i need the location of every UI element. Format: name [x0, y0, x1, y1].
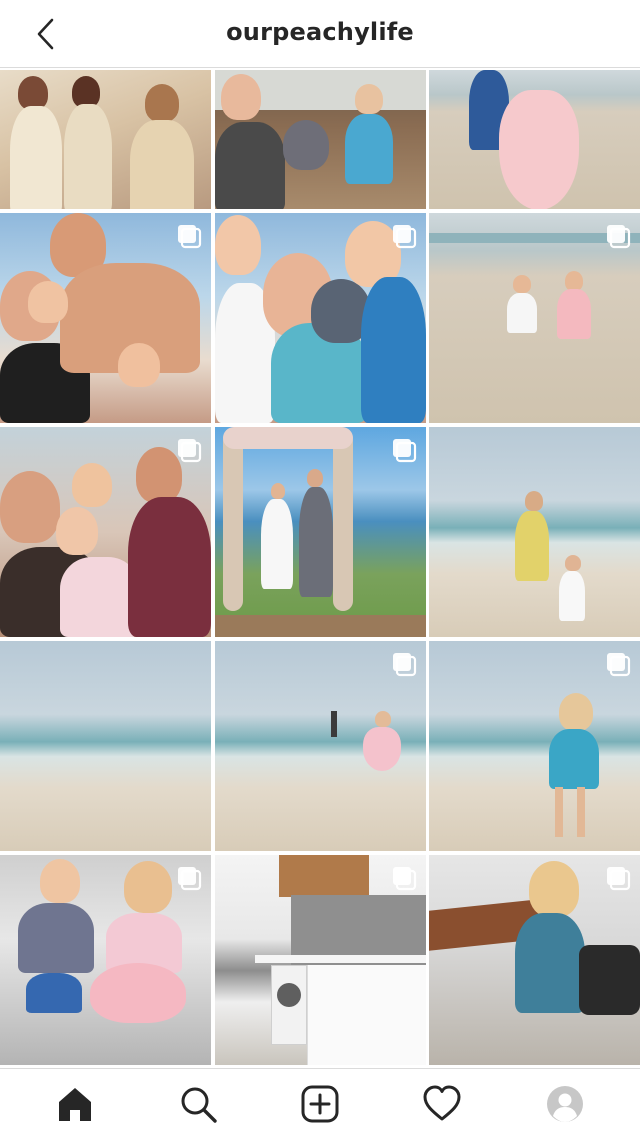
multiple-photos-icon: [178, 439, 202, 463]
multiple-photos-icon: [392, 653, 416, 677]
new-post-icon: [301, 1085, 339, 1122]
nav-activity[interactable]: [410, 1072, 474, 1136]
multiple-photos-icon: [607, 867, 631, 891]
nav-new-post[interactable]: [288, 1072, 352, 1136]
post-tile[interactable]: [214, 213, 426, 423]
post-tile[interactable]: [214, 855, 426, 1065]
post-thumbnail: [0, 641, 211, 851]
post-tile[interactable]: [214, 70, 426, 209]
post-grid: [0, 70, 640, 1068]
post-tile[interactable]: [0, 70, 211, 209]
multiple-photos-icon: [392, 225, 416, 249]
home-icon: [59, 1087, 92, 1121]
post-thumbnail: [0, 70, 211, 209]
post-tile[interactable]: [0, 427, 211, 637]
post-tile[interactable]: [0, 641, 211, 851]
post-tile[interactable]: [0, 213, 211, 423]
post-tile[interactable]: [429, 855, 640, 1065]
bottom-navigation: [0, 1068, 640, 1138]
post-tile[interactable]: [214, 427, 426, 637]
nav-home[interactable]: [43, 1072, 107, 1136]
activity-heart-icon: [423, 1085, 461, 1120]
nav-profile[interactable]: [533, 1072, 597, 1136]
multiple-photos-icon: [178, 225, 202, 249]
post-tile[interactable]: [0, 855, 211, 1065]
search-icon: [181, 1087, 217, 1123]
multiple-photos-icon: [607, 225, 631, 249]
multiple-photos-icon: [607, 653, 631, 677]
multiple-photos-icon: [178, 867, 202, 891]
post-thumbnail: [429, 70, 640, 209]
multiple-photos-icon: [392, 439, 416, 463]
profile-header: ourpeachylife: [0, 0, 640, 68]
post-thumbnail: [214, 70, 426, 209]
profile-avatar-icon: [546, 1085, 583, 1122]
post-tile[interactable]: [429, 427, 640, 637]
post-tile[interactable]: [429, 70, 640, 209]
nav-search[interactable]: [166, 1072, 230, 1136]
post-thumbnail: [429, 427, 640, 637]
post-tile[interactable]: [429, 213, 640, 423]
post-tile[interactable]: [429, 641, 640, 851]
profile-username-title: ourpeachylife: [226, 18, 414, 46]
post-tile[interactable]: [214, 641, 426, 851]
multiple-photos-icon: [392, 867, 416, 891]
